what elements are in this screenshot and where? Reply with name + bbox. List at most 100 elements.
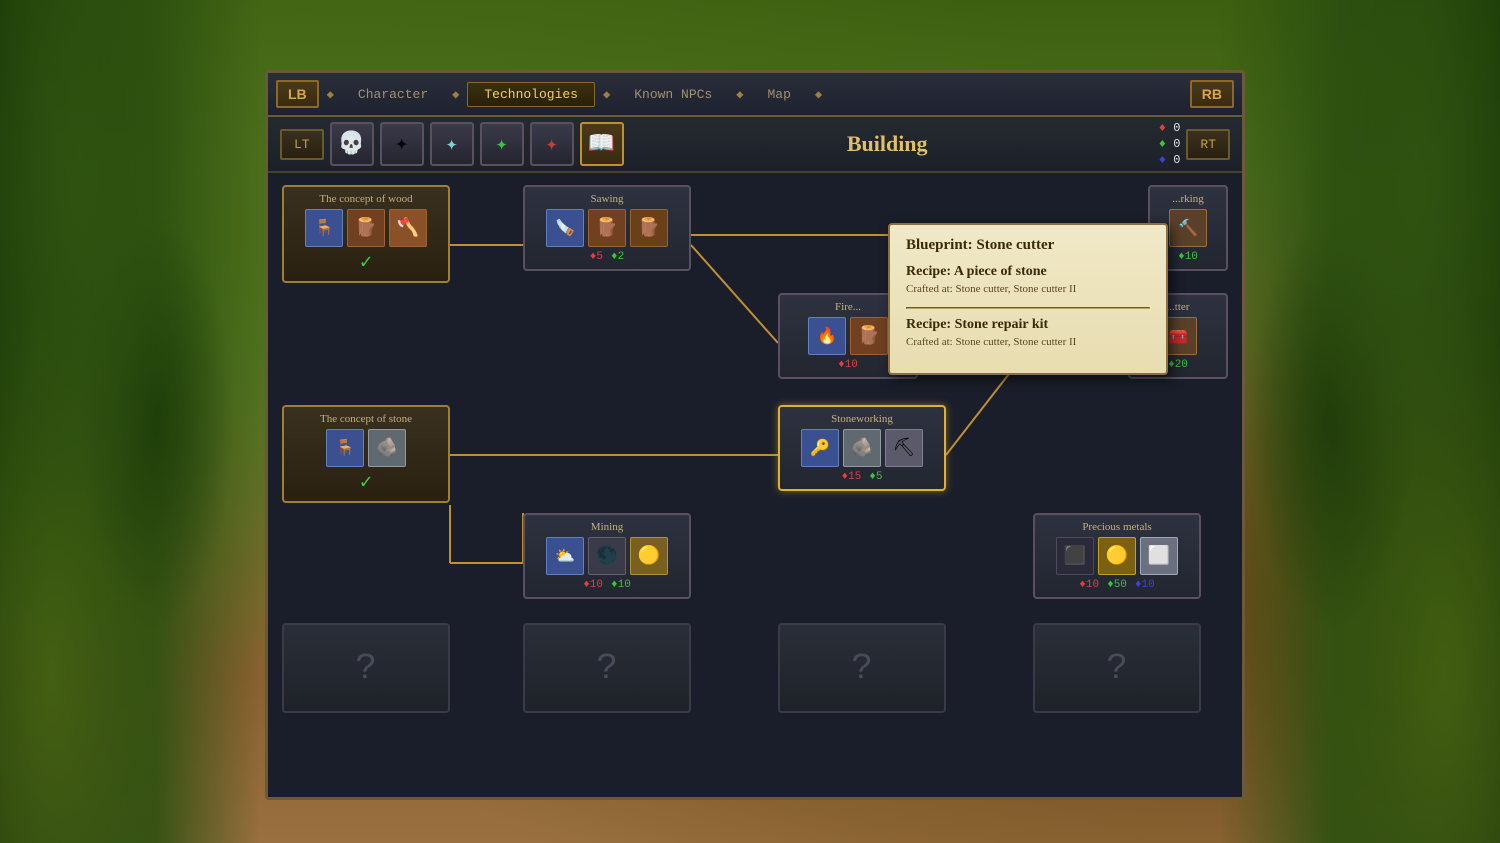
stoneworking-cost-green: ♦5 <box>869 471 882 483</box>
sawing-log-icon: 🪵 <box>588 209 626 247</box>
main-panel: LB ◆ Character ◆ Technologies ◆ Known NP… <box>265 70 1245 800</box>
nav-diamond-3: ◆ <box>599 87 614 102</box>
nav-diamond-4: ◆ <box>732 87 747 102</box>
wood-log-icon: 🪵 <box>347 209 385 247</box>
unknown-1-question: ? <box>355 648 377 689</box>
unknown-3-question: ? <box>851 648 873 689</box>
sawing-blueprint-icon: 🪚 <box>546 209 584 247</box>
wood-plank-icon: 🪓 <box>389 209 427 247</box>
lt-button[interactable]: LT <box>280 129 324 160</box>
concept-stone-checkmark: ✓ <box>292 469 440 495</box>
tech-node-concept-wood[interactable]: The concept of wood 🪑 🪵 🪓 ✓ <box>282 185 450 283</box>
concept-wood-icons: 🪑 🪵 🪓 <box>292 209 440 247</box>
precious-metals-title: Precious metals <box>1043 521 1191 533</box>
nav-diamond-1: ◆ <box>323 87 338 102</box>
cat-icon-book-red[interactable]: ✦ <box>530 122 574 166</box>
sawing-cost-red: ♦5 <box>590 251 603 263</box>
fire-blueprint-icon: 🔥 <box>808 317 846 355</box>
sawing-title: Sawing <box>533 193 681 205</box>
category-row: LT 💀 ✦ ✦ ✦ ✦ 📖 Building ♦ 0 ♦ 0 ♦ 0 RT <box>268 117 1242 173</box>
working-icon: 🔨 <box>1169 209 1207 247</box>
fire-wood-icon: 🪵 <box>850 317 888 355</box>
concept-stone-title: The concept of stone <box>292 413 440 425</box>
mining-costs: ♦10 ♦10 <box>533 579 681 591</box>
precious-cost-green: ♦50 <box>1107 579 1127 591</box>
working-partial-title: ...rking <box>1158 193 1218 205</box>
tooltip-recipe-1-title: Recipe: A piece of stone <box>906 264 1150 280</box>
sawing-costs: ♦5 ♦2 <box>533 251 681 263</box>
tab-known-npcs[interactable]: Known NPCs <box>618 83 728 106</box>
precious-gold-icon: 🟡 <box>1098 537 1136 575</box>
nav-diamond-2: ◆ <box>448 87 463 102</box>
precious-silver-icon: ⬜ <box>1140 537 1178 575</box>
sawing-stump-icon: 🪵 <box>630 209 668 247</box>
fire-cost-red: ♦10 <box>838 359 858 371</box>
tech-node-concept-stone[interactable]: The concept of stone 🪑 🪨 ✓ <box>282 405 450 503</box>
tech-node-mining[interactable]: Mining ⛅ 🌑 🟡 ♦10 ♦10 <box>523 513 691 599</box>
stone-rock-icon: 🪨 <box>368 429 406 467</box>
precious-dark-icon: ⬛ <box>1056 537 1094 575</box>
stone-cutter-cost: ♦20 <box>1168 359 1188 371</box>
tooltip-recipe-2-text: Crafted at: Stone cutter, Stone cutter I… <box>906 335 1150 350</box>
rb-button[interactable]: RB <box>1190 80 1234 108</box>
resource-red: ♦ 0 <box>1159 121 1181 135</box>
nav-bar: LB ◆ Character ◆ Technologies ◆ Known NP… <box>268 73 1242 117</box>
tooltip-recipe-2-title: Recipe: Stone repair kit <box>906 317 1150 333</box>
tech-node-precious-metals[interactable]: Precious metals ⬛ 🟡 ⬜ ♦10 ♦50 ♦10 <box>1033 513 1201 599</box>
unknown-node-1[interactable]: ? <box>282 623 450 713</box>
unknown-node-4[interactable]: ? <box>1033 623 1201 713</box>
cat-icon-feather[interactable]: ✦ <box>430 122 474 166</box>
precious-cost-blue: ♦10 <box>1135 579 1155 591</box>
tree-decoration-left <box>0 0 260 843</box>
working-cost: ♦10 <box>1178 251 1198 263</box>
building-label: Building <box>630 131 1145 157</box>
concept-stone-icons: 🪑 🪨 <box>292 429 440 467</box>
stoneworking-icons: 🔑 🪨 ⛏ <box>788 429 936 467</box>
precious-metals-icons: ⬛ 🟡 ⬜ <box>1043 537 1191 575</box>
tech-node-stoneworking[interactable]: Stoneworking 🔑 🪨 ⛏ ♦15 ♦5 <box>778 405 946 491</box>
tab-map[interactable]: Map <box>751 83 806 106</box>
stone-blueprint-icon: 🪑 <box>326 429 364 467</box>
mining-cost-green: ♦10 <box>611 579 631 591</box>
cat-icon-skull[interactable]: 💀 <box>330 122 374 166</box>
stoneworking-costs: ♦15 ♦5 <box>788 471 936 483</box>
cat-icon-leaf[interactable]: ✦ <box>480 122 524 166</box>
concept-wood-checkmark: ✓ <box>292 249 440 275</box>
resource-green: ♦ 0 <box>1159 137 1181 151</box>
tooltip-stone-cutter: Blueprint: Stone cutter Recipe: A piece … <box>888 223 1168 375</box>
tree-decoration-right <box>1220 0 1500 843</box>
tooltip-title: Blueprint: Stone cutter <box>906 237 1150 254</box>
tooltip-recipe-1-text: Crafted at: Stone cutter, Stone cutter I… <box>906 282 1150 297</box>
tech-node-sawing[interactable]: Sawing 🪚 🪵 🪵 ♦5 ♦2 <box>523 185 691 271</box>
stonework-pick-icon: ⛏ <box>885 429 923 467</box>
resource-blue: ♦ 0 <box>1159 153 1181 167</box>
cat-icon-sun[interactable]: ✦ <box>380 122 424 166</box>
mining-cost-red: ♦10 <box>583 579 603 591</box>
mining-icons: ⛅ 🌑 🟡 <box>533 537 681 575</box>
resource-display: ♦ 0 ♦ 0 ♦ 0 <box>1159 121 1181 167</box>
unknown-4-question: ? <box>1106 648 1128 689</box>
rt-button[interactable]: RT <box>1186 129 1230 160</box>
concept-wood-title: The concept of wood <box>292 193 440 205</box>
stonework-key-icon: 🔑 <box>801 429 839 467</box>
stonework-stone-icon: 🪨 <box>843 429 881 467</box>
precious-cost-red: ♦10 <box>1079 579 1099 591</box>
stoneworking-cost-red: ♦15 <box>841 471 861 483</box>
precious-costs: ♦10 ♦50 ♦10 <box>1043 579 1191 591</box>
tab-character[interactable]: Character <box>342 83 444 106</box>
wood-blueprint-icon: 🪑 <box>305 209 343 247</box>
lb-button[interactable]: LB <box>276 80 319 108</box>
sawing-cost-green: ♦2 <box>611 251 624 263</box>
unknown-node-3[interactable]: ? <box>778 623 946 713</box>
cat-icon-book-active[interactable]: 📖 <box>580 122 624 166</box>
mining-blueprint-icon: ⛅ <box>546 537 584 575</box>
unknown-2-question: ? <box>596 648 618 689</box>
tech-content: The concept of wood 🪑 🪵 🪓 ✓ Sawing 🪚 🪵 🪵… <box>268 173 1242 797</box>
mining-ore-icon: 🟡 <box>630 537 668 575</box>
mining-title: Mining <box>533 521 681 533</box>
stoneworking-title: Stoneworking <box>788 413 936 425</box>
mining-rock-icon: 🌑 <box>588 537 626 575</box>
tab-technologies[interactable]: Technologies <box>467 82 595 107</box>
sawing-icons: 🪚 🪵 🪵 <box>533 209 681 247</box>
unknown-node-2[interactable]: ? <box>523 623 691 713</box>
